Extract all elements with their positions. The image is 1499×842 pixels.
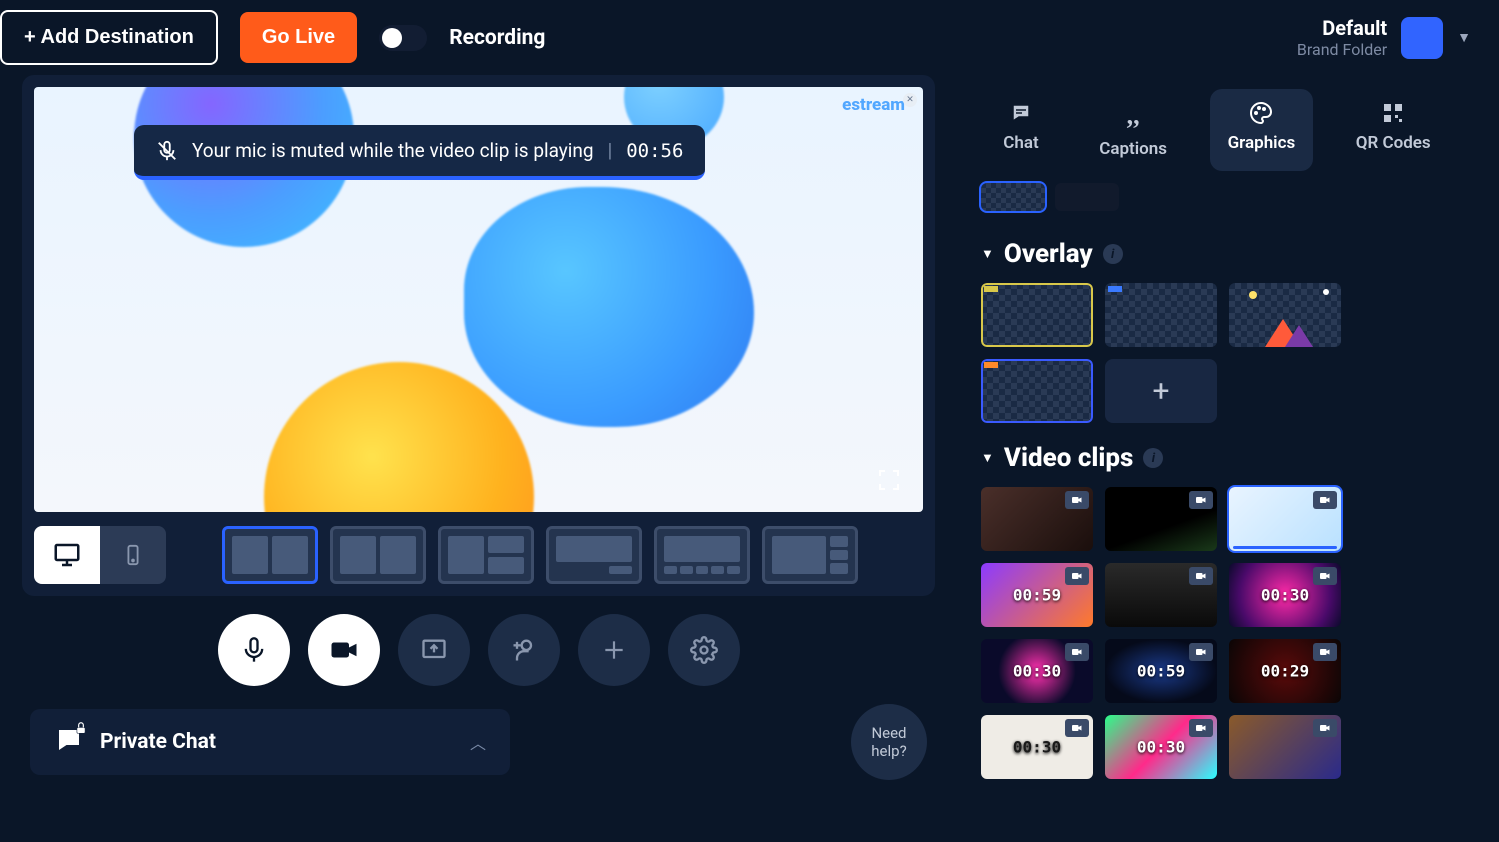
- chat-lock-icon: [54, 725, 84, 759]
- overlay-section-header[interactable]: ▼ Overlay i: [981, 239, 1453, 269]
- gear-icon: [690, 636, 718, 664]
- clip-duration: 00:30: [1137, 738, 1185, 757]
- clip-duration: 00:59: [1137, 662, 1185, 681]
- video-badge-icon: [1065, 567, 1089, 585]
- layout-option-2[interactable]: [330, 526, 426, 584]
- camera-button[interactable]: [308, 614, 380, 686]
- device-mobile-button[interactable]: [100, 526, 166, 584]
- watermark-text: estream: [842, 95, 905, 115]
- brand-subtitle: Brand Folder: [1297, 40, 1387, 59]
- clip-duration: 00:30: [1261, 586, 1309, 605]
- overlay-thumb-2[interactable]: [1105, 283, 1217, 347]
- video-badge-icon: [1313, 491, 1337, 509]
- watermark-close-icon[interactable]: ✕: [903, 93, 917, 107]
- chat-icon: [1007, 101, 1035, 125]
- video-clips-section-header[interactable]: ▼ Video clips i: [981, 443, 1453, 473]
- video-badge-icon: [1065, 643, 1089, 661]
- video-badge-icon: [1313, 567, 1337, 585]
- video-clip-1[interactable]: [981, 487, 1093, 551]
- video-clip-6[interactable]: 00:30: [1229, 563, 1341, 627]
- settings-button[interactable]: [668, 614, 740, 686]
- video-clip-3[interactable]: [1229, 487, 1341, 551]
- mic-icon: [240, 636, 268, 664]
- video-clip-5[interactable]: [1105, 563, 1217, 627]
- add-button[interactable]: [578, 614, 650, 686]
- video-badge-icon: [1189, 643, 1213, 661]
- video-clip-9[interactable]: 00:29: [1229, 639, 1341, 703]
- desktop-icon: [52, 540, 82, 570]
- video-badge-icon: [1313, 643, 1337, 661]
- tab-chat[interactable]: Chat: [985, 89, 1056, 171]
- video-badge-icon: [1189, 719, 1213, 737]
- recording-label: Recording: [449, 26, 545, 50]
- lock-icon: [74, 721, 88, 735]
- info-icon[interactable]: i: [1143, 448, 1163, 468]
- video-clip-11[interactable]: 00:30: [1105, 715, 1217, 779]
- info-icon[interactable]: i: [1103, 244, 1123, 264]
- stage-preview: estream ✕ Your mic is muted while the vi…: [34, 87, 923, 512]
- clip-duration: 00:29: [1261, 662, 1309, 681]
- help-button[interactable]: Needhelp?: [851, 704, 927, 780]
- video-badge-icon: [1065, 491, 1089, 509]
- clip-duration: 00:30: [1013, 738, 1061, 757]
- invite-button[interactable]: [488, 614, 560, 686]
- collapse-icon: ▼: [981, 246, 994, 262]
- video-clip-7[interactable]: 00:30: [981, 639, 1093, 703]
- overlay-thumb-3[interactable]: [1229, 283, 1341, 347]
- background-thumb-1[interactable]: [981, 183, 1045, 211]
- quotes-icon: ,,: [1127, 101, 1140, 131]
- chevron-down-icon: ▼: [1457, 29, 1471, 46]
- mute-notice: Your mic is muted while the video clip i…: [134, 125, 705, 180]
- layout-option-6[interactable]: [762, 526, 858, 584]
- overlay-thumb-4[interactable]: [981, 359, 1093, 423]
- plus-icon: [601, 637, 627, 663]
- video-badge-icon: [1189, 567, 1213, 585]
- video-badge-icon: [1065, 719, 1089, 737]
- qr-icon: [1380, 101, 1406, 125]
- brand-title: Default: [1297, 16, 1387, 40]
- background-thumb-2[interactable]: [1055, 183, 1119, 211]
- tab-captions[interactable]: ,, Captions: [1081, 89, 1185, 171]
- video-clip-2[interactable]: [1105, 487, 1217, 551]
- mic-button[interactable]: [218, 614, 290, 686]
- mobile-icon: [122, 540, 144, 570]
- clip-duration: 00:59: [1013, 586, 1061, 605]
- video-badge-icon: [1189, 491, 1213, 509]
- tab-graphics[interactable]: Graphics: [1210, 89, 1314, 171]
- video-clip-12[interactable]: [1229, 715, 1341, 779]
- invite-icon: [510, 636, 538, 664]
- layout-option-3[interactable]: [438, 526, 534, 584]
- brand-folder-selector[interactable]: Default Brand Folder ▼: [1297, 16, 1471, 59]
- layout-option-1[interactable]: [222, 526, 318, 584]
- present-icon: [420, 636, 448, 664]
- brand-color-swatch: [1401, 17, 1443, 59]
- private-chat-bar[interactable]: Private Chat ︿: [30, 709, 510, 775]
- add-overlay-button[interactable]: +: [1105, 359, 1217, 423]
- video-badge-icon: [1313, 719, 1337, 737]
- clip-duration: 00:30: [1013, 662, 1061, 681]
- add-destination-button[interactable]: + Add Destination: [0, 10, 218, 65]
- layout-option-4[interactable]: [546, 526, 642, 584]
- video-clip-10[interactable]: 00:30: [981, 715, 1093, 779]
- go-live-button[interactable]: Go Live: [240, 12, 357, 63]
- camera-icon: [329, 635, 359, 665]
- mic-muted-icon: [156, 140, 178, 162]
- overlay-thumb-1[interactable]: [981, 283, 1093, 347]
- video-clip-4[interactable]: 00:59: [981, 563, 1093, 627]
- collapse-icon: ▼: [981, 450, 994, 466]
- fullscreen-icon[interactable]: [877, 468, 901, 492]
- chevron-up-icon: ︿: [470, 730, 486, 754]
- recording-toggle[interactable]: [379, 25, 427, 51]
- device-desktop-button[interactable]: [34, 526, 100, 584]
- layout-option-5[interactable]: [654, 526, 750, 584]
- present-button[interactable]: [398, 614, 470, 686]
- palette-icon: [1247, 101, 1275, 125]
- tab-qrcodes[interactable]: QR Codes: [1338, 89, 1449, 171]
- video-clip-8[interactable]: 00:59: [1105, 639, 1217, 703]
